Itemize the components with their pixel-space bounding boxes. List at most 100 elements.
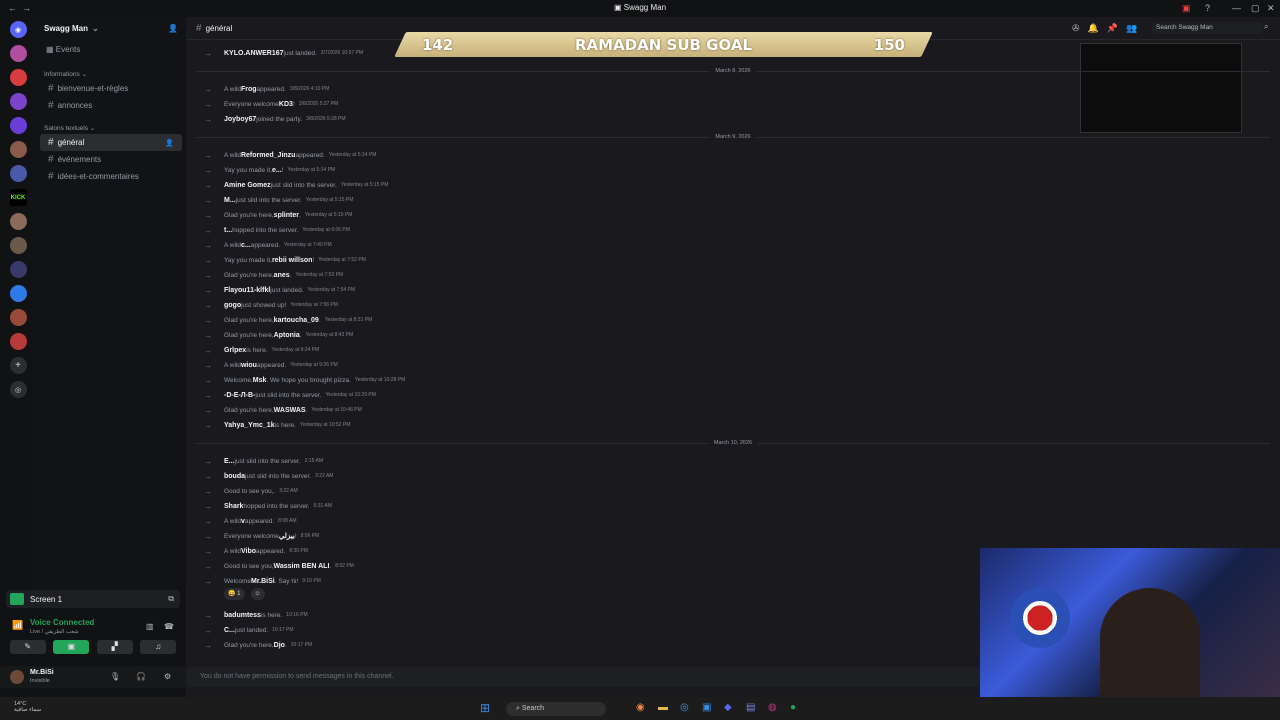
message-username[interactable]: KYLO.ANWER167 — [224, 50, 284, 57]
avatar[interactable] — [10, 670, 24, 684]
server-icon[interactable] — [9, 213, 27, 230]
discord-home-icon[interactable]: ◉ — [9, 21, 27, 38]
search-icon[interactable]: ⌕ — [1264, 22, 1268, 32]
message-username[interactable]: c... — [241, 242, 251, 249]
close-button[interactable]: ✕ — [1267, 3, 1275, 14]
message-username[interactable]: Reformed_Jinzu — [241, 152, 295, 159]
popout-icon[interactable]: ⧉ — [168, 594, 174, 604]
file-explorer-icon[interactable]: ▬ — [658, 702, 668, 713]
add-member-icon[interactable]: 👤 — [168, 24, 178, 33]
pin-icon[interactable]: 📌 — [1107, 23, 1126, 33]
discord-taskbar-icon[interactable]: ◆ — [724, 702, 732, 713]
system-message: → t... hopped into the server. Yesterday a… — [204, 223, 350, 237]
server-icon[interactable] — [9, 117, 27, 134]
weather-widget[interactable]: 14°C سماء صافية — [14, 701, 41, 713]
message-username[interactable]: badumtess — [224, 612, 261, 619]
server-icon[interactable] — [9, 309, 27, 326]
message-username[interactable]: WASWAS — [274, 407, 306, 414]
server-icon[interactable] — [9, 69, 27, 86]
chrome-icon[interactable]: ◉ — [636, 702, 645, 713]
message-username[interactable]: e... — [272, 167, 282, 174]
message-username[interactable]: Shark — [224, 503, 243, 510]
channel-evenements[interactable]: # événements — [40, 151, 182, 168]
members-icon[interactable]: 👥 — [1126, 23, 1145, 33]
message-username[interactable]: Vibo — [241, 548, 256, 555]
server-icon[interactable] — [9, 261, 27, 278]
noise-suppression-icon[interactable]: ▥ — [146, 622, 154, 631]
message-username[interactable]: Wassim BEN ALI — [274, 563, 330, 570]
message-username[interactable]: Yahya_Ymc_1k — [224, 422, 275, 429]
windows-start-icon[interactable]: ⊞ — [480, 701, 490, 715]
add-member-icon[interactable]: 👤 — [165, 139, 174, 147]
add-server-icon[interactable]: + — [9, 357, 27, 374]
edge-icon[interactable]: ◎ — [680, 702, 689, 713]
voice-status[interactable]: Voice Connected — [30, 618, 94, 627]
instagram-icon[interactable]: ◍ — [768, 702, 777, 713]
add-reaction-button[interactable]: ☺ — [250, 588, 265, 600]
message-username[interactable]: C... — [224, 627, 235, 634]
message-username[interactable]: Djo — [274, 642, 285, 649]
message-username[interactable]: gogo — [224, 302, 241, 309]
server-header[interactable]: Swagg Man ⌄ 👤 — [36, 17, 186, 39]
notification-bell-icon[interactable]: 🔔 — [1088, 23, 1107, 33]
soundboard-button[interactable]: ♫ — [140, 640, 177, 654]
events-item[interactable]: ▦ Events — [36, 39, 186, 60]
share-screen-button[interactable]: ▣ — [53, 640, 90, 654]
threads-icon[interactable]: ✇ — [1072, 23, 1088, 33]
disconnect-icon[interactable]: ☎ — [164, 622, 174, 631]
channel-bienvenue-et-regles[interactable]: # bienvenue-et-règles — [40, 80, 182, 97]
user-status: Invisible — [30, 678, 50, 684]
discover-icon[interactable]: ◎ — [9, 381, 27, 398]
message-prefix: Yay you made it, — [224, 256, 272, 264]
camera-button[interactable]: ✎ — [9, 640, 46, 654]
settings-gear-icon[interactable]: ⚙ — [164, 672, 171, 681]
message-username[interactable]: M... — [224, 197, 236, 204]
message-username[interactable]: wiou — [241, 362, 257, 369]
obs-icon[interactable]: ● — [790, 702, 796, 713]
search-input[interactable]: Search Swagg Man — [1152, 22, 1262, 34]
message-username[interactable]: بيزلي — [279, 532, 295, 540]
message-username[interactable]: -D-E-Л-B- — [224, 392, 255, 399]
screen-share-panel[interactable]: Screen 1 ⧉ — [6, 590, 180, 608]
message-username[interactable]: rebii willson — [272, 257, 312, 264]
minimize-button[interactable]: — — [1232, 3, 1241, 13]
message-username[interactable]: Aptonia — [274, 332, 300, 339]
inbox-icon[interactable]: ▣ — [1182, 3, 1191, 14]
reaction-button[interactable]: 😄 1 — [224, 588, 245, 600]
kick-server-icon[interactable]: KICK — [9, 189, 27, 206]
message-username[interactable]: Grlpex — [224, 347, 246, 354]
store-icon[interactable]: ▣ — [702, 702, 711, 713]
server-icon[interactable] — [9, 165, 27, 182]
server-icon[interactable] — [9, 93, 27, 110]
channel-idees-et-commentaires[interactable]: # idées-et-commentaires — [40, 168, 182, 185]
server-icon[interactable] — [9, 285, 27, 302]
microphone-icon[interactable]: 🎙 — [110, 672, 120, 681]
message-username[interactable]: Mr.BiSi — [251, 578, 275, 585]
channel-annonces[interactable]: # annonces — [40, 97, 182, 114]
teams-icon[interactable]: ▤ — [746, 702, 755, 713]
server-icon[interactable] — [9, 141, 27, 158]
category-salons-textuels[interactable]: Salons textuels ⌄ — [36, 114, 186, 134]
taskbar-search[interactable]: ⌕ Search — [506, 702, 606, 716]
activities-button[interactable]: ▞ — [96, 640, 133, 654]
server-icon[interactable] — [9, 237, 27, 254]
headphones-icon[interactable]: 🎧 — [136, 672, 146, 681]
help-icon[interactable]: ? — [1205, 3, 1210, 13]
server-icon[interactable] — [9, 333, 27, 350]
message-username[interactable]: Amine Gomez — [224, 182, 271, 189]
channel-general[interactable]: # général 👤 — [40, 134, 182, 151]
message-username[interactable]: Msk — [253, 377, 267, 384]
message-username[interactable]: t... — [224, 227, 232, 234]
category-informations[interactable]: Informations ⌄ — [36, 60, 186, 80]
message-username[interactable]: anes — [274, 272, 290, 279]
message-username[interactable]: bouda — [224, 473, 245, 480]
message-username[interactable]: E... — [224, 458, 235, 465]
message-username[interactable]: KD3 — [279, 101, 293, 108]
server-icon[interactable] — [9, 45, 27, 62]
message-username[interactable]: Joyboy67 — [224, 116, 256, 123]
message-username[interactable]: splinter — [274, 212, 299, 219]
maximize-button[interactable]: ▢ — [1251, 3, 1260, 14]
message-username[interactable]: Frog — [241, 86, 257, 93]
message-username[interactable]: kartoucha_09 — [274, 317, 319, 324]
message-username[interactable]: Flayou11-klfkl — [224, 287, 270, 294]
